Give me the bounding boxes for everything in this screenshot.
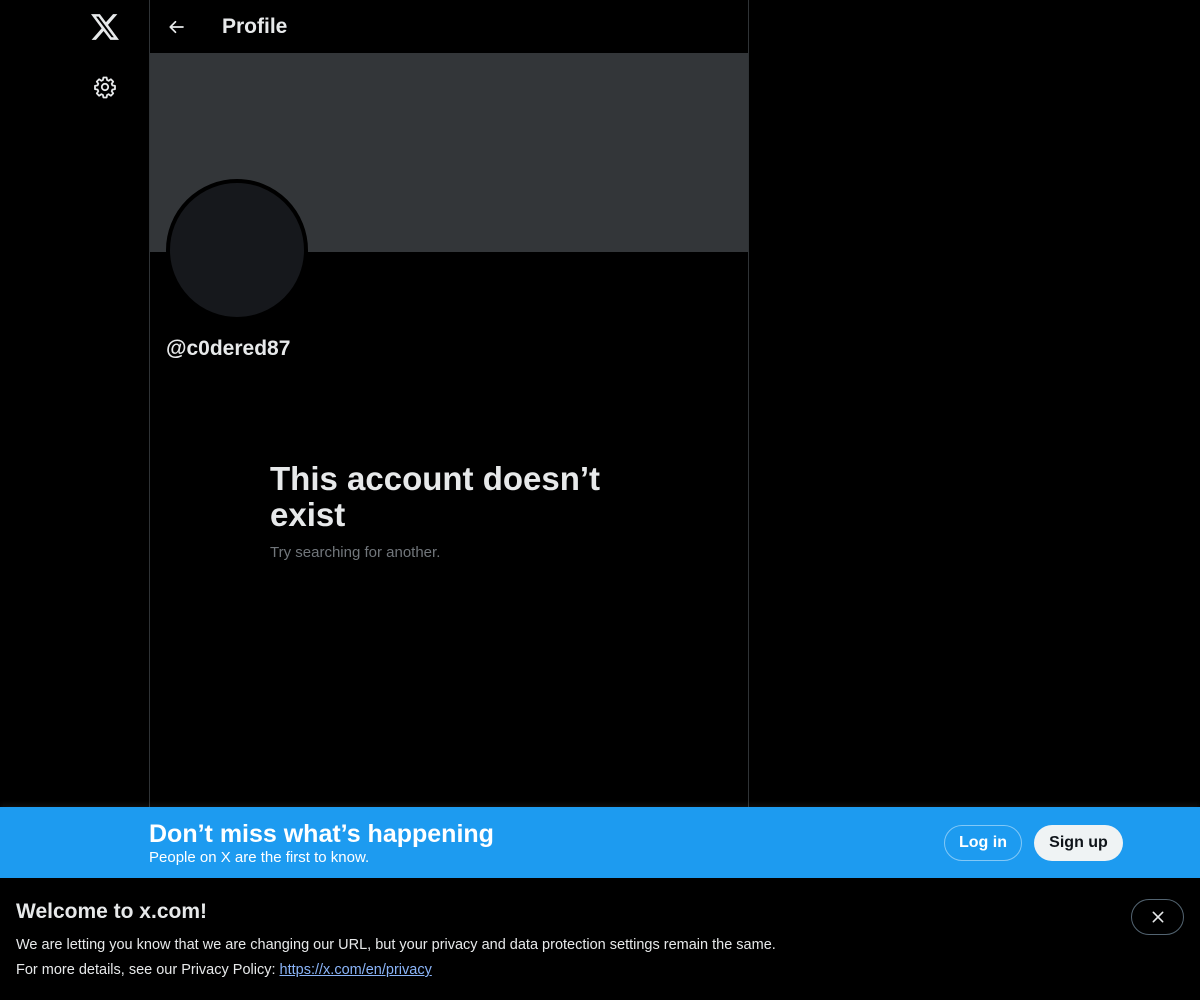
signup-bar-title: Don’t miss what’s happening xyxy=(149,820,494,848)
profile-handle: @c0dered87 xyxy=(166,337,291,360)
empty-state-subtitle: Try searching for another. xyxy=(270,544,441,561)
x-logo-icon[interactable] xyxy=(79,1,131,53)
notice-text: We are letting you know that we are chan… xyxy=(16,937,776,953)
privacy-policy-link[interactable]: https://x.com/en/privacy xyxy=(280,962,432,978)
notice-policy-line: For more details, see our Privacy Policy… xyxy=(16,961,432,979)
back-button[interactable] xyxy=(160,10,194,44)
avatar[interactable] xyxy=(166,179,308,321)
page-title: Profile xyxy=(222,15,288,38)
welcome-notice: Welcome to x.com! We are letting you kno… xyxy=(0,878,1200,1000)
x-logo-icon-svg xyxy=(91,14,119,40)
empty-state: This account doesn’t exist Try searching… xyxy=(270,461,630,563)
empty-state-title: This account doesn’t exist xyxy=(270,460,601,533)
signup-button[interactable]: Sign up xyxy=(1034,825,1123,861)
notice-policy-prefix: For more details, see our Privacy Policy… xyxy=(16,962,280,978)
login-button[interactable]: Log in xyxy=(944,825,1022,861)
top-bar: Profile xyxy=(150,0,748,53)
gear-icon[interactable] xyxy=(79,61,131,113)
gear-icon-svg xyxy=(94,76,116,99)
signup-bar: Don’t miss what’s happening People on X … xyxy=(0,807,1200,878)
close-notice-button[interactable] xyxy=(1131,899,1184,935)
signup-bar-subtitle: People on X are the first to know. xyxy=(149,849,370,866)
arrow-left-icon xyxy=(169,20,184,34)
close-icon xyxy=(1152,911,1163,923)
notice-title: Welcome to x.com! xyxy=(16,900,207,923)
